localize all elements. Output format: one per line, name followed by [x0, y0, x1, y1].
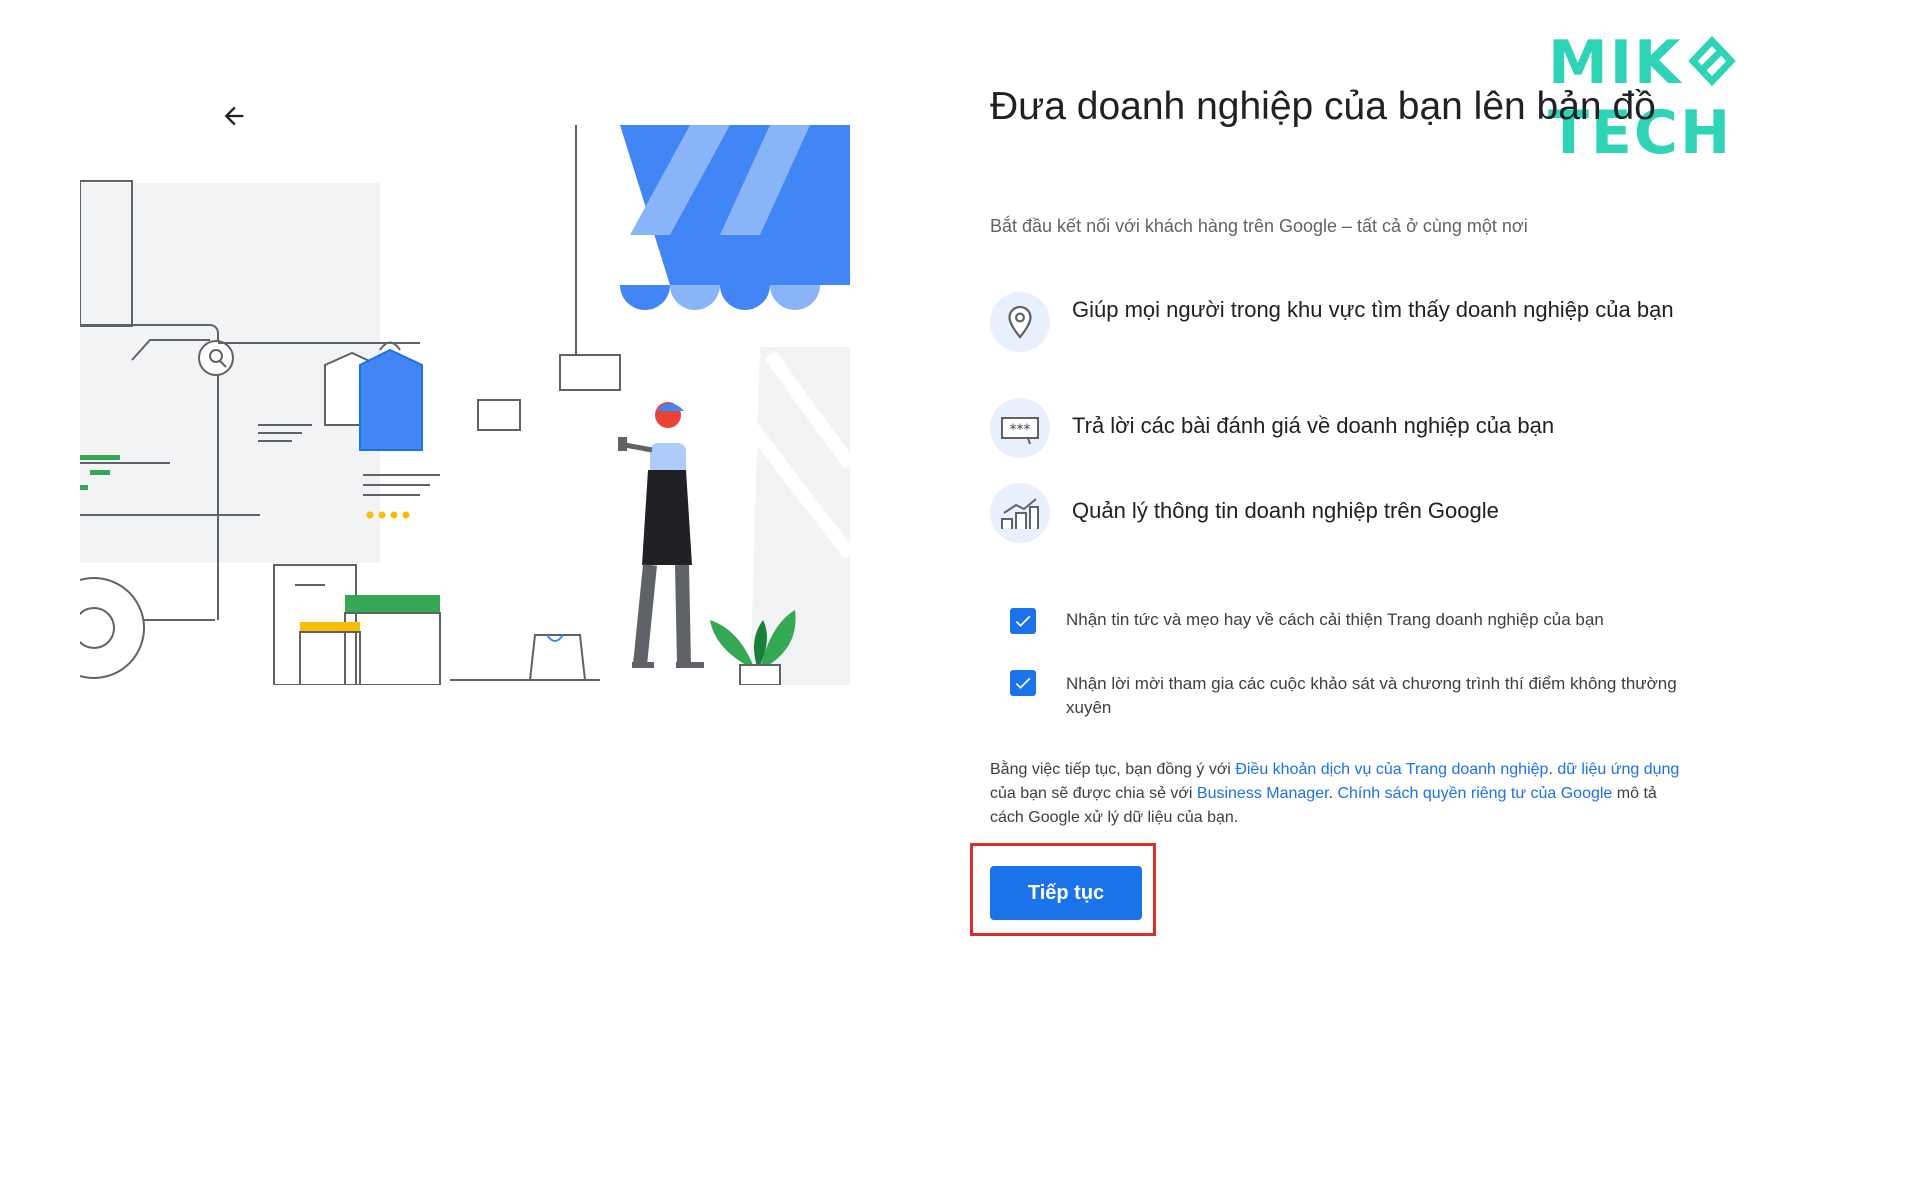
review-stars-icon: *** — [990, 398, 1050, 458]
page-title: Đưa doanh nghiệp của bạn lên bản đồ — [990, 85, 1656, 128]
newsletter-checkbox-row[interactable]: Nhận tin tức và mẹo hay về cách cải thiệ… — [1010, 598, 1686, 634]
checkbox-label: Nhận lời mời tham gia các cuộc khảo sát … — [1066, 674, 1677, 717]
newsletter-checkbox[interactable] — [1010, 608, 1036, 634]
feature-text: Trả lời các bài đánh giá về doanh nghiệp… — [1072, 413, 1555, 438]
checkmark-icon — [1015, 677, 1031, 689]
logo-emblem-icon — [1687, 35, 1736, 87]
privacy-policy-link[interactable]: Chính sách quyền riêng tư của Google — [1337, 785, 1612, 802]
main-panel: Đưa doanh nghiệp của bạn lên bản đồ Bắt … — [990, 80, 1690, 826]
growth-chart-icon — [990, 483, 1050, 543]
feature-item: Giúp mọi người trong khu vực tìm thấy do… — [990, 292, 1692, 352]
page-subtitle: Bắt đầu kết nối với khách hàng trên Goog… — [990, 216, 1528, 236]
storefront-illustration — [80, 125, 850, 685]
location-pin-icon — [990, 292, 1050, 352]
continue-button[interactable]: Tiếp tục — [990, 866, 1142, 920]
checkbox-label: Nhận tin tức và mẹo hay về cách cải thiệ… — [1066, 610, 1604, 629]
feature-item: *** Trả lời các bài đánh giá về doanh ng… — [990, 398, 1692, 458]
checkmark-icon — [1015, 615, 1031, 627]
business-manager-link[interactable]: Business Manager — [1197, 785, 1329, 802]
feature-text: Giúp mọi người trong khu vực tìm thấy do… — [1072, 297, 1674, 322]
app-data-link[interactable]: dữ liệu ứng dụng — [1557, 761, 1679, 778]
legal-notice: Bằng việc tiếp tục, bạn đồng ý với Điều … — [990, 761, 1680, 826]
survey-checkbox[interactable] — [1010, 670, 1036, 696]
feature-item: Quản lý thông tin doanh nghiệp trên Goog… — [990, 483, 1692, 543]
feature-text: Quản lý thông tin doanh nghiệp trên Goog… — [1072, 498, 1499, 523]
terms-of-service-link[interactable]: Điều khoản dịch vụ của Trang doanh nghiệ… — [1235, 761, 1548, 778]
svg-text:***: *** — [1010, 422, 1031, 438]
survey-checkbox-row[interactable]: Nhận lời mời tham gia các cuộc khảo sát … — [1010, 662, 1686, 720]
